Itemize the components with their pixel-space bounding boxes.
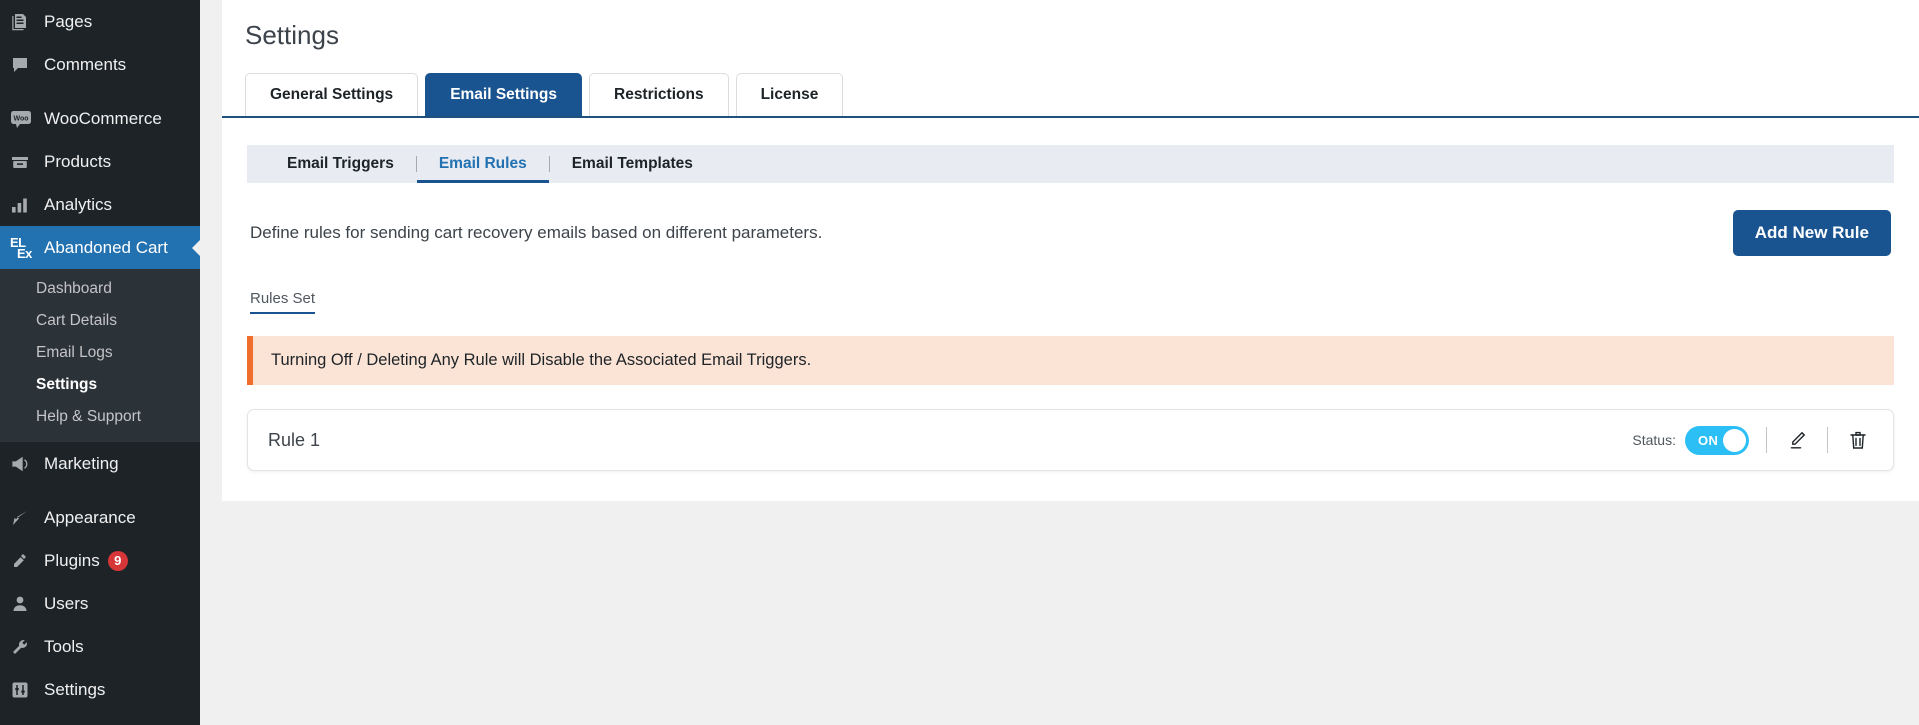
action-separator [1827,427,1828,453]
sidebar-item-label: Users [44,593,89,613]
sidebar-item-products[interactable]: Products [0,140,200,183]
sidebar-item-appearance[interactable]: Appearance [0,496,200,539]
sidebar-item-marketing[interactable]: Marketing [0,442,200,485]
sidebar-item-woocommerce[interactable]: Woo WooCommerce [0,97,200,140]
subtab-email-rules[interactable]: Email Rules [417,145,549,183]
action-separator [1766,427,1767,453]
sidebar-item-label: Abandoned Cart [44,237,168,257]
sidebar-subitem-help-support[interactable]: Help & Support [0,401,200,433]
sidebar-item-analytics[interactable]: Analytics [0,183,200,226]
page-title: Settings [245,20,339,50]
comments-icon [10,55,44,75]
status-label: Status: [1632,432,1676,448]
subtab-email-triggers[interactable]: Email Triggers [265,145,416,183]
plug-icon [10,551,44,571]
rule-actions: Status: ON [1632,425,1871,455]
sidebar-subitem-email-logs[interactable]: Email Logs [0,337,200,369]
settings-sliders-icon [10,680,44,700]
email-settings-subtab-bar: Email Triggers Email Rules Email Templat… [247,145,1894,183]
analytics-icon [10,195,44,215]
app-screen: Pages Comments Woo WooCommerce Products [0,0,1919,725]
sidebar-subitem-dashboard[interactable]: Dashboard [0,273,200,305]
sidebar-subitem-settings[interactable]: Settings [0,369,200,401]
delete-trash-icon[interactable] [1845,427,1871,453]
sidebar-item-label: Tools [44,636,84,656]
sidebar-item-comments[interactable]: Comments [0,43,200,86]
pages-icon [10,12,44,32]
rules-header-row: Define rules for sending cart recovery e… [247,210,1894,256]
rules-set-label: Rules Set [250,290,316,314]
sidebar-item-label: Plugins [44,550,100,570]
email-settings-panel: Email Triggers Email Rules Email Templat… [222,145,1919,471]
sidebar-item-label: WooCommerce [44,108,162,128]
tab-restrictions[interactable]: Restrictions [589,73,729,116]
paintbrush-icon [10,508,44,528]
svg-text:Woo: Woo [13,115,28,122]
user-icon [10,594,44,614]
woocommerce-icon: Woo [10,109,44,129]
settings-card: Settings General Settings Email Settings… [222,0,1919,501]
main-content-area: Settings General Settings Email Settings… [200,0,1919,725]
sidebar-item-plugins[interactable]: Plugins 9 [0,539,200,582]
sidebar-item-label: Analytics [44,194,113,214]
table-row[interactable]: Rule 1 Status: ON [247,409,1894,471]
sidebar-item-label: Marketing [44,453,119,473]
rules-warning-notice: Turning Off / Deleting Any Rule will Dis… [247,336,1894,385]
plugins-update-badge: 9 [107,550,128,571]
sidebar-subitem-cart-details[interactable]: Cart Details [0,305,200,337]
abandoned-cart-submenu: Dashboard Cart Details Email Logs Settin… [0,269,200,442]
settings-tab-bar: General Settings Email Settings Restrict… [222,73,1919,118]
sidebar-item-settings[interactable]: Settings [0,668,200,711]
sidebar-divider [0,485,200,496]
sidebar-item-abandoned-cart[interactable]: EL Ex Abandoned Cart [0,226,200,269]
tab-email-settings[interactable]: Email Settings [425,73,582,116]
tab-general-settings[interactable]: General Settings [245,73,419,116]
sidebar-item-label: Pages [44,11,93,31]
sidebar-item-label: Appearance [44,507,136,527]
wrench-icon [10,637,44,657]
sidebar-item-users[interactable]: Users [0,582,200,625]
tab-license[interactable]: License [735,73,844,116]
sidebar-item-label: Settings [44,679,106,699]
rules-description: Define rules for sending cart recovery e… [250,223,823,242]
admin-sidebar: Pages Comments Woo WooCommerce Products [0,0,200,725]
toggle-state-label: ON [1698,432,1719,448]
toggle-knob [1723,428,1746,452]
edit-pencil-icon[interactable] [1784,427,1810,453]
sidebar-item-label: Comments [44,54,127,74]
sidebar-item-label: Products [44,151,112,171]
sidebar-divider [0,86,200,97]
elex-icon: EL Ex [10,234,44,262]
megaphone-icon [10,454,44,474]
rule-name: Rule 1 [268,429,321,450]
subtab-email-templates[interactable]: Email Templates [550,145,715,183]
elex-icon-bottom: Ex [17,245,32,261]
rules-set-label-wrap: Rules Set [247,256,1894,314]
sidebar-item-pages[interactable]: Pages [0,0,200,43]
products-icon [10,152,44,172]
rule-status-toggle[interactable]: ON [1685,425,1749,455]
sidebar-item-tools[interactable]: Tools [0,625,200,668]
add-new-rule-button[interactable]: Add New Rule [1732,210,1891,256]
